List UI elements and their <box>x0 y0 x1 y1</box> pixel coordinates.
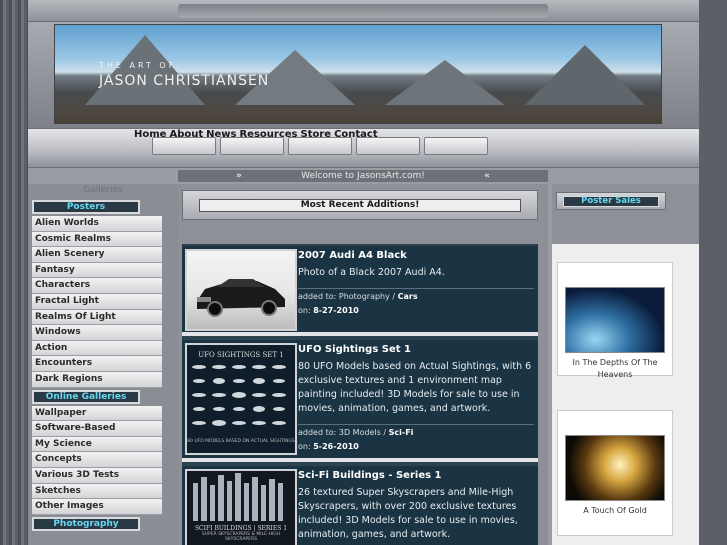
list-item: SCIFI BUILDINGS | SERIES 1 SUPER SKYSCRA… <box>182 466 538 545</box>
item-added: added to: Photography / Cars <box>298 288 534 301</box>
welcome-strip: » Welcome to JasonsArt.com! « <box>178 170 548 182</box>
car-thumbnail[interactable] <box>185 249 297 331</box>
poster-thumbnail[interactable] <box>565 435 665 501</box>
nav-news[interactable]: News <box>206 129 236 140</box>
item-desc: 26 textured Super Skyscrapers and Mile-H… <box>298 487 518 540</box>
car-icon <box>197 279 285 317</box>
sidebar-item-encounters[interactable]: Encounters <box>32 356 162 372</box>
item-desc: 80 UFO Models based on Actual Sightings,… <box>298 361 532 414</box>
item-title[interactable]: UFO Sightings Set 1 <box>298 344 411 355</box>
mountain <box>525 45 645 105</box>
on-label: on: <box>298 442 311 451</box>
poster-item[interactable]: A Touch Of Gold <box>557 410 673 536</box>
item-category[interactable]: 3D Models <box>339 428 381 437</box>
banner-name: JASON CHRISTIANSEN <box>99 73 270 89</box>
top-cap <box>28 0 699 22</box>
ufo-grid-icon <box>192 365 286 426</box>
nav-bar: Home About News Resources Store Contact <box>28 128 699 168</box>
sidebar: Galleries Posters Alien Worlds Cosmic Re… <box>28 184 178 545</box>
center-column: Most Recent Additions! 2007 Audi A4 Blac… <box>178 184 548 545</box>
sidebar-item-cosmic-realms[interactable]: Cosmic Realms <box>32 231 162 248</box>
sidebar-item-fantasy[interactable]: Fantasy <box>32 262 162 279</box>
section-photography: Photography <box>32 516 140 531</box>
right-column: Poster Sales In The Depths Of The Heaven… <box>552 184 699 545</box>
nav-about[interactable]: About <box>169 129 203 140</box>
item-subcategory[interactable]: Cars <box>398 292 418 301</box>
poster-item[interactable]: In The Depths Of The Heavens <box>557 262 673 379</box>
sidebar-item-software-based[interactable]: Software-Based <box>32 421 162 437</box>
left-rail <box>0 0 28 545</box>
ufo-thumb-caption: 80 UFO MODELS BASED ON ACTUAL SIGHTINGS <box>187 439 295 444</box>
divider <box>298 424 534 425</box>
sidebar-item-realms-of-light[interactable]: Realms Of Light <box>32 309 162 326</box>
buildings-thumb-title: SCIFI BUILDINGS | SERIES 1 <box>194 525 288 532</box>
banner-wrap: THE ART OF JASON CHRISTIANSEN <box>28 22 699 128</box>
item-date-row: on: 8-27-2010 <box>298 306 359 315</box>
sidebar-item-wallpaper[interactable]: Wallpaper <box>32 405 162 422</box>
sidebar-item-alien-worlds[interactable]: Alien Worlds <box>32 216 162 232</box>
sidebar-item-windows[interactable]: Windows <box>32 325 162 341</box>
poster-sales-bar: Poster Sales <box>556 192 666 210</box>
galleries-heading: Galleries <box>83 185 123 195</box>
item-added: added to: 3D Models / Sci-Fi <box>298 424 534 437</box>
poster-thumbnail[interactable] <box>565 287 665 353</box>
sidebar-item-concepts[interactable]: Concepts <box>32 452 162 468</box>
nav-resources[interactable]: Resources <box>239 129 297 140</box>
poster-caption[interactable]: In The Depths Of The Heavens <box>558 357 672 381</box>
banner-title: THE ART OF JASON CHRISTIANSEN <box>99 61 269 89</box>
recent-list: 2007 Audi A4 Black Photo of a Black 2007… <box>182 244 538 545</box>
section-online-galleries: Online Galleries <box>32 389 140 404</box>
item-date: 5-26-2010 <box>313 442 359 451</box>
page-frame: THE ART OF JASON CHRISTIANSEN Home About N… <box>28 0 699 545</box>
sidebar-item-sketches[interactable]: Sketches <box>32 483 162 500</box>
poster-sales-label[interactable]: Poster Sales <box>563 196 659 207</box>
ufo-thumb-title: UFO SIGHTINGS SET 1 <box>198 351 284 359</box>
added-label: added to: <box>298 292 337 301</box>
item-date: 8-27-2010 <box>313 306 359 315</box>
buildings-thumb-caption: SUPER SKYSCRAPERS & MILE-HIGH SKYSCRAPER… <box>201 532 281 542</box>
nav-contact[interactable]: Contact <box>334 129 378 140</box>
section-posters: Posters <box>32 200 140 214</box>
sidebar-item-dark-regions[interactable]: Dark Regions <box>32 371 162 388</box>
list-item: 2007 Audi A4 Black Photo of a Black 2007… <box>182 246 538 336</box>
item-desc: Photo of a Black 2007 Audi A4. <box>298 267 445 278</box>
poster-panel: In The Depths Of The Heavens A Touch Of … <box>552 244 699 545</box>
banner-image: THE ART OF JASON CHRISTIANSEN <box>54 24 662 124</box>
sidebar-item-my-science[interactable]: My Science <box>32 436 162 453</box>
banner-subtitle: THE ART OF <box>99 61 177 70</box>
list-item: UFO SIGHTINGS SET 1 80 UFO MODELS BASED … <box>182 340 538 462</box>
item-category[interactable]: Photography <box>339 292 390 301</box>
nav-home[interactable]: Home <box>134 129 166 140</box>
sidebar-item-characters[interactable]: Characters <box>32 278 162 294</box>
top-notch <box>178 4 548 18</box>
item-title[interactable]: Sci-Fi Buildings - Series 1 <box>298 470 442 481</box>
poster-caption[interactable]: A Touch Of Gold <box>558 505 672 517</box>
recent-additions-bar: Most Recent Additions! <box>182 190 538 220</box>
on-label: on: <box>298 306 311 315</box>
item-date-row: on: 5-26-2010 <box>298 442 359 451</box>
nav-links: Home About News Resources Store Contact <box>134 129 381 140</box>
sidebar-item-other-images[interactable]: Other Images <box>32 499 162 515</box>
ufo-thumbnail[interactable]: UFO SIGHTINGS SET 1 80 UFO MODELS BASED … <box>185 343 297 455</box>
welcome-left-arrow: » <box>236 171 242 181</box>
sidebar-item-various-3d-tests[interactable]: Various 3D Tests <box>32 467 162 484</box>
sidebar-item-alien-scenery[interactable]: Alien Scenery <box>32 247 162 263</box>
divider <box>298 288 534 289</box>
welcome-right-arrow: « <box>484 171 490 181</box>
mountain <box>385 60 505 105</box>
recent-additions-label[interactable]: Most Recent Additions! <box>199 199 521 212</box>
sidebar-item-action[interactable]: Action <box>32 340 162 357</box>
added-label: added to: <box>298 428 337 437</box>
sidebar-item-fractal-light[interactable]: Fractal Light <box>32 293 162 310</box>
buildings-thumbnail[interactable]: SCIFI BUILDINGS | SERIES 1 SUPER SKYSCRA… <box>185 469 297 545</box>
item-title[interactable]: 2007 Audi A4 Black <box>298 250 407 261</box>
skyscrapers-icon <box>193 473 283 521</box>
welcome-text: Welcome to JasonsArt.com! <box>301 171 425 181</box>
nav-store[interactable]: Store <box>301 129 332 140</box>
item-subcategory[interactable]: Sci-Fi <box>389 428 414 437</box>
nav-slot <box>424 137 488 155</box>
